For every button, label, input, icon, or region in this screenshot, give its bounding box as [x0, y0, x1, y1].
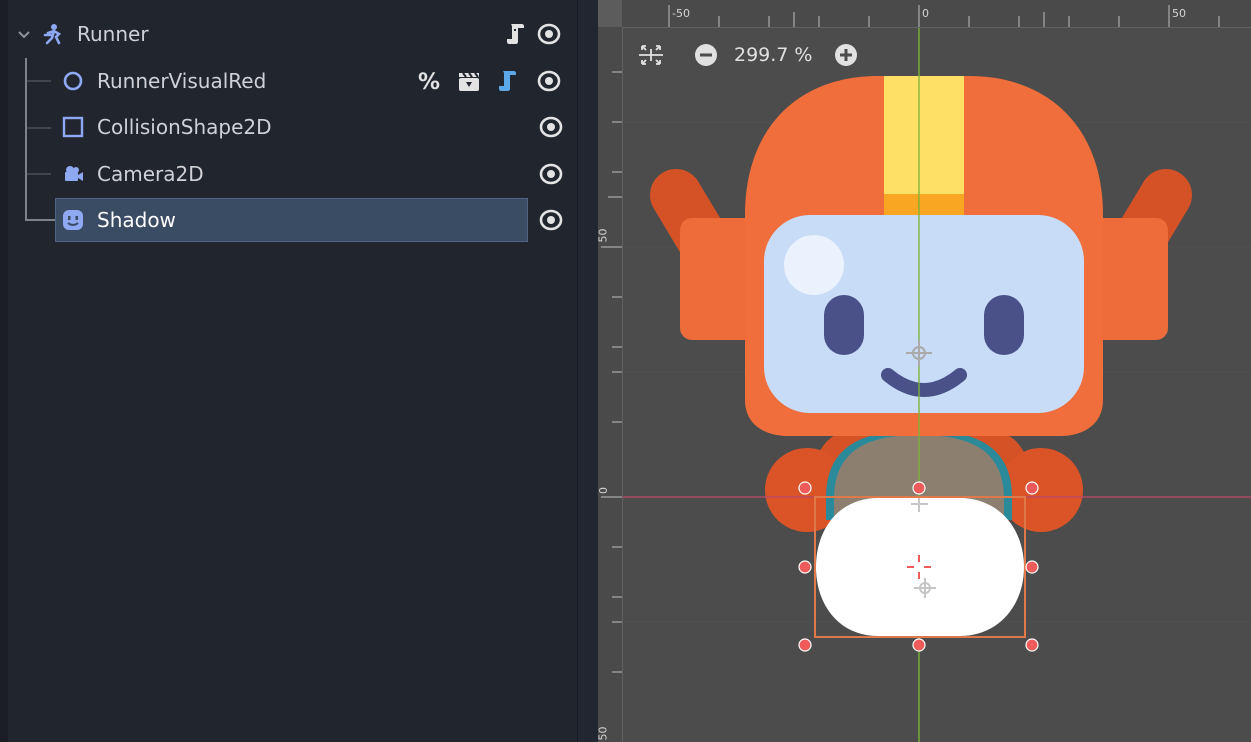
ruler-corner	[598, 0, 622, 27]
tree-item-runnervisualred[interactable]: RunnerVisualRed %	[0, 59, 577, 103]
camera-icon	[65, 166, 83, 181]
eye-icon[interactable]	[537, 69, 561, 93]
ruler-label: 0	[597, 487, 610, 494]
chevron-down-icon[interactable]	[16, 26, 32, 42]
scene-tree-panel: Runner RunnerVisualRed % CollisionShape2…	[0, 0, 578, 742]
tree-item-label: Runner	[77, 22, 149, 46]
ruler-vertical[interactable]: 50 0 50	[596, 27, 623, 742]
script-icon[interactable]	[503, 22, 527, 46]
tree-item-collisionshape2d[interactable]: CollisionShape2D	[0, 105, 577, 149]
canvas-viewport[interactable]: -50 0 50 50 0 50 299.7 %	[578, 0, 1251, 742]
tree-item-label: RunnerVisualRed	[97, 69, 267, 93]
zoom-in-icon[interactable]	[834, 43, 858, 67]
ruler-label: 50	[1172, 7, 1186, 20]
zoom-out-icon[interactable]	[694, 43, 718, 67]
svg-text:%: %	[418, 70, 440, 93]
script-icon[interactable]	[495, 69, 519, 93]
tree-item-shadow[interactable]: Shadow	[0, 198, 577, 242]
eye-icon[interactable]	[539, 208, 563, 232]
center-view-icon[interactable]	[638, 43, 664, 67]
scene-canvas[interactable]	[578, 0, 1251, 742]
ruler-label: 0	[922, 7, 929, 20]
viewport-border	[578, 0, 598, 742]
eye-icon[interactable]	[539, 115, 563, 139]
shadow-sprite[interactable]	[816, 498, 1024, 636]
character-body-icon	[43, 24, 62, 45]
ruler-label: 50	[596, 726, 610, 741]
node2d-circle-icon	[63, 71, 83, 91]
ruler-label: -50	[672, 7, 690, 20]
tree-item-label: CollisionShape2D	[97, 115, 272, 139]
tree-item-label: Shadow	[97, 208, 176, 232]
percent-icon[interactable]: %	[417, 69, 441, 93]
collision-shape-icon	[62, 116, 84, 138]
eye-icon[interactable]	[539, 162, 563, 186]
eye-icon[interactable]	[537, 22, 561, 46]
tree-item-label: Camera2D	[97, 162, 204, 186]
zoom-level[interactable]: 299.7 %	[734, 44, 813, 66]
runner-character[interactable]	[650, 76, 1192, 532]
tree-item-runner[interactable]: Runner	[0, 12, 577, 56]
clapperboard-icon[interactable]	[457, 69, 481, 93]
sprite-icon	[63, 210, 83, 230]
tree-item-camera2d[interactable]: Camera2D	[0, 152, 577, 196]
ruler-label: 50	[596, 228, 610, 243]
ruler-horizontal[interactable]: -50 0 50	[622, 0, 1251, 28]
